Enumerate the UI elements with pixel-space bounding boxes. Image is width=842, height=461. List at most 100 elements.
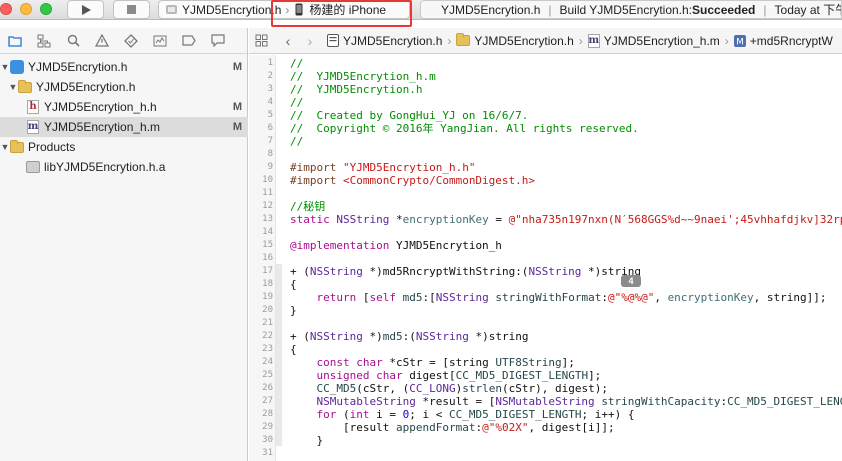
line-number: 2: [267, 71, 273, 81]
code-line[interactable]: 18 {: [0, 278, 842, 291]
activity-viewer: YJMD5Encrytion.h | Build YJMD5Encrytion.…: [420, 0, 842, 19]
line-number: 23: [262, 344, 273, 354]
symbol-navigator-tab[interactable]: [35, 32, 53, 50]
folder-icon: [456, 33, 471, 46]
code-line[interactable]: 8: [0, 148, 842, 161]
code-line[interactable]: 20}: [0, 304, 842, 317]
line-number: 16: [262, 253, 273, 263]
warning-icon: [95, 34, 109, 47]
run-button[interactable]: [67, 0, 104, 19]
code-line[interactable]: 9 #import "YJMD5Encrytion_h.h": [0, 161, 842, 174]
code-line[interactable]: 11: [0, 187, 842, 200]
project-navigator-tab[interactable]: [6, 32, 24, 50]
code-line[interactable]: 31: [0, 447, 842, 460]
code-line[interactable]: 15 @implementation YJMD5Encrytion_h: [0, 239, 842, 252]
line-number: 7: [267, 136, 273, 146]
code-text: + (NSString *)md5:(NSString *)string: [290, 330, 529, 343]
chevron-right-icon: ›: [307, 32, 313, 49]
code-text: NSMutableString *result = [NSMutableStri…: [316, 395, 842, 408]
code-line[interactable]: 17 + (NSString *)md5RncryptWithString:(NS…: [0, 265, 842, 278]
code-line[interactable]: 25 unsigned char digest[CC_MD5_DIGEST_LE…: [0, 369, 842, 382]
code-line[interactable]: 30 }: [0, 434, 842, 447]
debug-navigator-tab[interactable]: [151, 32, 169, 50]
line-number: 28: [262, 409, 273, 419]
folder-icon: [8, 35, 22, 47]
breadcrumb-label: +md5RncryptW: [749, 33, 833, 48]
back-button[interactable]: ‹: [277, 33, 299, 49]
code-line[interactable]: 5 // Created by GongHui_YJ on 16/6/7.: [0, 109, 842, 122]
scheme-selector[interactable]: YJMD5Encrytion.h › 杨建的 iPhone: [158, 0, 410, 19]
play-icon: [81, 4, 91, 15]
scheme-target[interactable]: YJMD5Encrytion.h ›: [159, 3, 289, 17]
line-number: 26: [262, 383, 273, 393]
related-items-button[interactable]: [255, 34, 277, 47]
code-line[interactable]: 24 const char *cStr = [string UTF8String…: [0, 356, 842, 369]
scheme-device[interactable]: 杨建的 iPhone: [295, 1, 386, 18]
breadcrumb-file[interactable]: m YJMD5Encrytion_h.m: [587, 33, 720, 48]
zoom-window-button[interactable]: [40, 3, 52, 15]
code-line[interactable]: 26 CC_MD5(cStr, (CC_LONG)strlen(cStr), d…: [0, 382, 842, 395]
jump-bar: ‹ › YJMD5Encrytion.h › YJMD5Encrytion.h …: [249, 28, 842, 54]
forward-button[interactable]: ›: [299, 33, 321, 49]
code-line[interactable]: 3 // YJMD5Encrytion.h: [0, 83, 842, 96]
code-line[interactable]: 13 static NSString *encryptionKey = @"nha…: [0, 213, 842, 226]
iphone-icon: [295, 3, 303, 16]
report-icon: [211, 34, 225, 47]
line-number: 11: [262, 188, 273, 198]
close-window-button[interactable]: [0, 3, 12, 15]
test-navigator-tab[interactable]: [122, 32, 140, 50]
code-line[interactable]: 12 //秘钥: [0, 200, 842, 213]
code-line[interactable]: 27 NSMutableString *result = [NSMutableS…: [0, 395, 842, 408]
activity-status-prefix: Build YJMD5Encrytion.h:: [559, 2, 693, 17]
code-line[interactable]: 10 #import <CommonCrypto/CommonDigest.h>: [0, 174, 842, 187]
code-line[interactable]: 16: [0, 252, 842, 265]
project-icon: [327, 34, 339, 47]
activity-separator: |: [548, 2, 552, 17]
stop-button[interactable]: [113, 0, 150, 19]
code-line[interactable]: 6 // Copyright © 2016年 YangJian. All righ…: [0, 122, 842, 135]
hierarchy-icon: [37, 34, 51, 47]
breadcrumb-group[interactable]: YJMD5Encrytion.h: [456, 33, 574, 48]
minimize-window-button[interactable]: [20, 3, 32, 15]
code-line[interactable]: 7 //: [0, 135, 842, 148]
breakpoint-navigator-tab[interactable]: [180, 32, 198, 50]
code-text: #import "YJMD5Encrytion_h.h": [290, 161, 476, 174]
code-line[interactable]: 21: [0, 317, 842, 330]
line-number: 20: [262, 305, 273, 315]
issue-navigator-tab[interactable]: [93, 32, 111, 50]
line-number: 25: [262, 370, 273, 380]
code-line[interactable]: 4 //: [0, 96, 842, 109]
code-text: CC_MD5(cStr, (CC_LONG)strlen(cStr), dige…: [316, 382, 608, 395]
breadcrumb-project[interactable]: YJMD5Encrytion.h: [327, 34, 442, 48]
code-line[interactable]: 28 for (int i = 0; i < CC_MD5_DIGEST_LEN…: [0, 408, 842, 421]
code-line[interactable]: 22 + (NSString *)md5:(NSString *)string: [0, 330, 842, 343]
code-line[interactable]: 19 return [self md5:[NSString stringWith…: [0, 291, 842, 304]
line-number: 9: [267, 162, 273, 172]
code-line[interactable]: 23 {: [0, 343, 842, 356]
code-text: // YJMD5Encrytion_h.m: [290, 70, 436, 83]
find-navigator-tab[interactable]: [64, 32, 82, 50]
breadcrumb-label: YJMD5Encrytion.h: [343, 33, 443, 48]
code-text: [result appendFormat:@"%02X", digest[i]]…: [290, 421, 615, 434]
chevron-right-icon: ›: [724, 33, 729, 48]
svg-text:M: M: [736, 37, 744, 47]
scheme-device-label: 杨建的 iPhone: [309, 3, 387, 17]
code-line[interactable]: 2 // YJMD5Encrytion_h.m: [0, 70, 842, 83]
search-icon: [67, 34, 80, 47]
report-navigator-tab[interactable]: [209, 32, 227, 50]
code-line[interactable]: 14: [0, 226, 842, 239]
line-number: 17: [262, 266, 273, 276]
code-text: // Copyright © 2016年 YangJian. All right…: [290, 122, 639, 135]
method-icon: M: [733, 34, 746, 47]
argument-count-tooltip: 4: [621, 275, 641, 287]
line-number: 10: [262, 175, 273, 185]
code-text: {: [290, 278, 297, 291]
code-text: @implementation YJMD5Encrytion_h: [290, 239, 502, 252]
line-number: 3: [267, 84, 273, 94]
code-text: // Created by GongHui_YJ on 16/6/7.: [290, 109, 529, 122]
breadcrumb-label: YJMD5Encrytion.h: [474, 33, 574, 48]
line-number: 8: [267, 149, 273, 159]
code-line[interactable]: 1 //: [0, 57, 842, 70]
breadcrumb-method[interactable]: M +md5RncryptW: [733, 33, 833, 48]
code-line[interactable]: 29 [result appendFormat:@"%02X", digest[…: [0, 421, 842, 434]
